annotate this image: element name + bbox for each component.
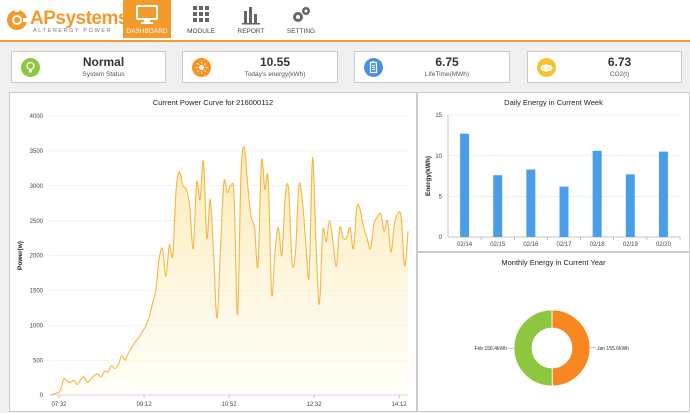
stat-label: System Status	[82, 71, 125, 78]
x-tick-label: 12:32	[307, 402, 323, 408]
x-tick-label: 02/19	[623, 242, 639, 248]
x-tick-label: 07:32	[51, 402, 67, 408]
logo-text: APsystems	[30, 8, 128, 30]
x-tick-label: 09:12	[137, 402, 153, 408]
daily-bar	[625, 174, 635, 237]
y-tick-label: 2000	[30, 254, 44, 260]
apsystems-logo[interactable]: APsystems ALTENERGY POWER	[6, 8, 128, 36]
daily-bar	[658, 151, 668, 237]
nav-dashboard[interactable]: DASHBOARD	[123, 0, 171, 38]
logo-mark-icon	[7, 8, 27, 30]
nav-module[interactable]: MODULE	[177, 0, 225, 38]
stat-label: LifeTime(MWh)	[424, 71, 470, 78]
nav-dashboard-label: DASHBOARD	[126, 28, 168, 35]
stat-card-lifetime: 6.75 LifeTime(MWh)	[354, 51, 510, 83]
x-tick-label: 02/18	[590, 242, 606, 248]
stat-value: 6.73	[607, 55, 632, 69]
daily-bar	[493, 175, 503, 237]
logo-tagline: ALTENERGY POWER	[33, 28, 113, 34]
y-tick-label: 2500	[30, 219, 44, 225]
power-area-fill	[50, 146, 408, 395]
power-chart-title: Current Power Curve for 216000112	[152, 98, 274, 107]
x-tick-label: 02/15	[490, 242, 506, 248]
stat-value: 10.55	[259, 55, 291, 69]
stat-label: CO2(t)	[609, 71, 630, 78]
y-tick-label: 15	[435, 113, 442, 119]
x-tick-label: 02/16	[523, 242, 539, 248]
logo-suffix: systems	[55, 8, 128, 29]
donut-slice-label: Jan 155.6kWh	[597, 346, 629, 352]
y-tick-label: 0	[439, 235, 443, 241]
nav-setting-label: SETTING	[286, 28, 316, 35]
daily-bar	[559, 186, 569, 237]
nav-report-label: REPORT	[237, 28, 265, 35]
logo-prefix: AP	[30, 8, 56, 29]
stat-card-system-status: Normal System Status	[11, 51, 166, 83]
daily-bar	[592, 150, 602, 237]
daily-bar	[526, 169, 536, 237]
stat-value: Normal	[82, 55, 125, 69]
nav-setting[interactable]: SETTING	[277, 0, 325, 38]
y-tick-label: 1000	[30, 323, 44, 329]
monthly-chart-title: Monthly Energy in Current Year	[501, 258, 606, 267]
x-tick-label: 14:12	[392, 402, 408, 408]
donut-slice-label: Feb 156.4kWh	[474, 346, 507, 352]
top-header: APsystems ALTENERGY POWER DASHBOARD MODU…	[0, 0, 690, 42]
monitor-icon	[136, 5, 158, 24]
main-nav: DASHBOARD MODULE REPORT SETTING	[123, 0, 327, 40]
y-tick-label: 5	[439, 195, 443, 201]
x-tick-label: 02/20	[656, 242, 672, 248]
y-tick-label: 10	[435, 154, 442, 160]
bar-chart-icon	[242, 7, 260, 25]
stat-label: Today's energy(kWh)	[244, 71, 306, 78]
y-tick-label: 3500	[30, 149, 44, 155]
x-tick-label: 02/14	[457, 242, 473, 248]
grid-icon	[193, 6, 209, 22]
x-tick-label: 02/17	[556, 242, 572, 248]
y-tick-label: 4000	[30, 114, 44, 120]
stat-card-today-energy: 10.55 Today's energy(kWh)	[182, 51, 338, 83]
y-axis-label: Power(w)	[17, 241, 24, 270]
y-tick-label: 0	[40, 393, 44, 399]
monthly-energy-panel: Monthly Energy in Current Year Jan 155.6…	[417, 252, 690, 412]
daily-chart-title: Daily Energy in Current Week	[504, 98, 603, 107]
nav-module-label: MODULE	[187, 28, 215, 35]
gears-icon	[293, 7, 310, 22]
daily-energy-panel: Daily Energy in Current Week 0 5 10 15 Energ…	[417, 92, 690, 252]
monthly-energy-chart[interactable]: Jan 155.6kWh Feb 156.4kWh	[418, 269, 689, 411]
donut-slice	[551, 309, 591, 387]
x-tick-label: 10:52	[222, 402, 238, 408]
y-tick-label: 3000	[30, 184, 44, 190]
daily-energy-chart[interactable]: 0 5 10 15 Energy(kWh) 02/14 02/15 02/16 02/17 02/…	[418, 109, 689, 251]
nav-report[interactable]: REPORT	[227, 0, 275, 38]
power-curve-panel: Current Power Curve for 216000112 0 500 10…	[9, 92, 417, 412]
donut-slice	[513, 309, 553, 387]
y-axis-label: Energy(kWh)	[425, 156, 432, 196]
y-tick-label: 1500	[30, 289, 44, 295]
stat-card-co2: CO2 6.73 CO2(t)	[527, 51, 682, 83]
stat-value: 6.75	[435, 55, 459, 69]
y-tick-label: 500	[33, 358, 44, 364]
power-curve-chart[interactable]: 0 500 1000 1500 2000 2500 3000 3500 4000 Power(w)…	[10, 109, 416, 409]
daily-bar	[460, 133, 470, 237]
